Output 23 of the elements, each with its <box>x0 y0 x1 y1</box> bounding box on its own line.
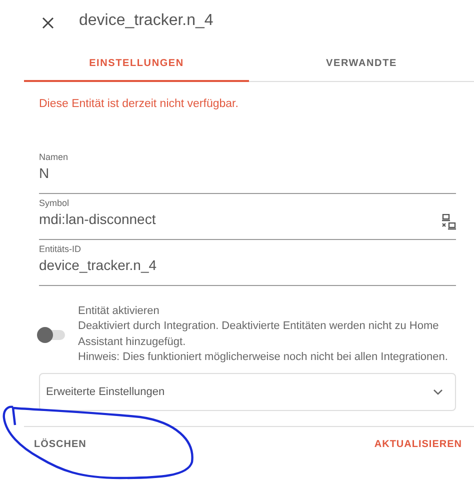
delete-button[interactable]: LÖSCHEN <box>26 433 94 456</box>
lan-disconnect-icon <box>442 214 456 230</box>
toggle-label: Entität aktivieren <box>78 304 160 319</box>
help-text: Hinweis: Dies funktioniert möglicherweise noch nicht bei allen Integrationen. <box>78 350 449 365</box>
field-value[interactable]: N <box>39 165 419 181</box>
dialog-title: device_tracker.n_4 <box>79 12 214 30</box>
input-field[interactable]: Entitäts-ID device_tracker.n_4 <box>39 240 456 286</box>
input-field[interactable]: Namen N <box>39 148 456 194</box>
close-icon <box>42 17 54 29</box>
field-label: Symbol <box>39 198 70 208</box>
chevron-icon <box>433 389 443 396</box>
update-button[interactable]: AKTUALISIEREN <box>366 433 470 456</box>
tab[interactable]: VERWANDTE <box>249 46 474 82</box>
input-field[interactable]: Symbol mdi:lan-disconnect <box>39 194 456 240</box>
toggle-switch[interactable] <box>37 328 65 341</box>
tab[interactable]: EINSTELLUNGEN <box>24 46 249 82</box>
field-value[interactable]: mdi:lan-disconnect <box>39 211 419 227</box>
help-text: Deaktiviert durch Integration. Deaktivierte Entitäten werden nicht zu Home Assistant hinzugefügt. <box>78 319 440 350</box>
field-label: Namen <box>39 152 70 162</box>
field-label: Entitäts-ID <box>39 244 82 254</box>
expansion-panel[interactable]: Erweiterte Einstellungen <box>39 373 456 412</box>
field-value[interactable]: device_tracker.n_4 <box>39 257 419 273</box>
warning-text: Diese Entität ist derzeit nicht verfügbar. <box>39 98 240 110</box>
